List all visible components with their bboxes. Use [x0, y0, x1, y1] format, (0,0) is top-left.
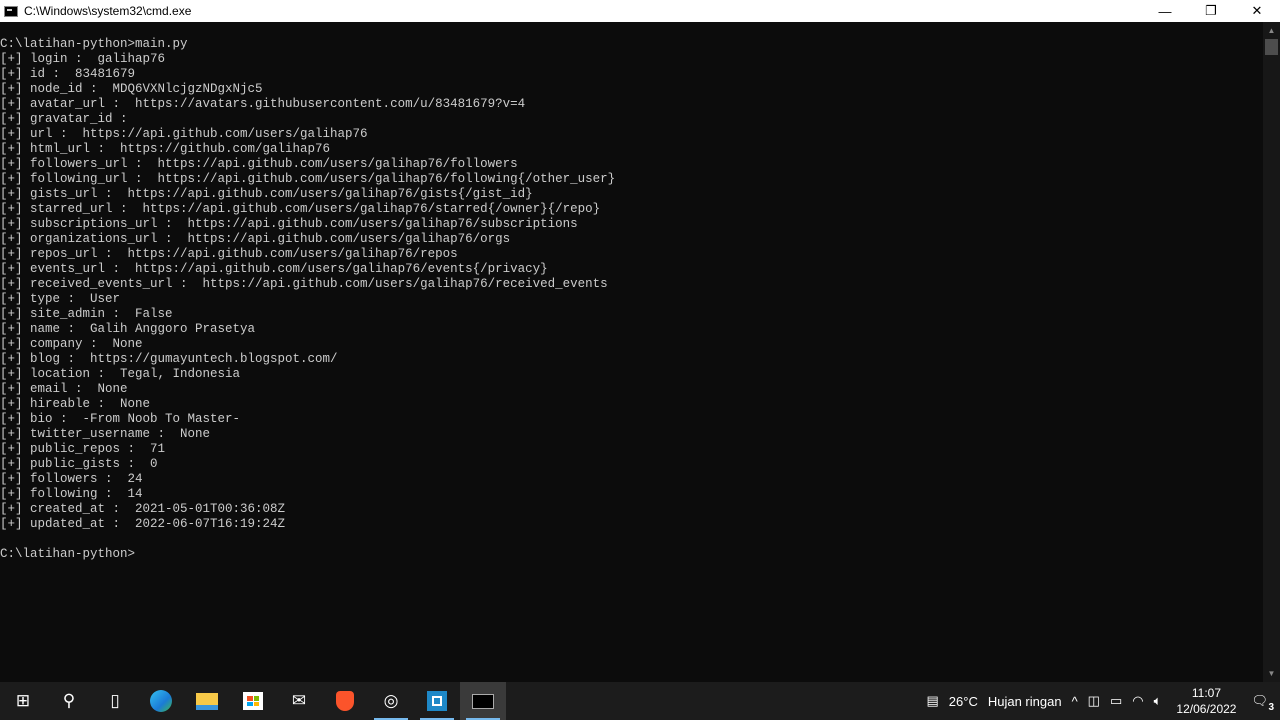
wifi-icon[interactable]: ◠ [1132, 693, 1143, 709]
weather-desc[interactable]: Hujan ringan [988, 694, 1062, 709]
close-button[interactable]: ✕ [1234, 0, 1280, 22]
console-line: C:\latihan-python>main.py [0, 37, 188, 51]
console-line: [+] followers : 24 [0, 472, 143, 486]
console-line: [+] events_url : https://api.github.com/… [0, 262, 548, 276]
console-line: [+] updated_at : 2022-06-07T16:19:24Z [0, 517, 286, 531]
meet-icon[interactable]: ◫ [1088, 693, 1100, 709]
console-line: [+] gravatar_id : [0, 112, 128, 126]
console-line: [+] id : 83481679 [0, 67, 136, 81]
console-line: [+] followers_url : https://api.github.c… [0, 157, 518, 171]
mail-icon[interactable]: ✉ [276, 682, 322, 720]
brave-icon[interactable] [322, 682, 368, 720]
date: 12/06/2022 [1176, 702, 1237, 716]
console-line: [+] twitter_username : None [0, 427, 211, 441]
scrollbar[interactable]: ▲ ▼ [1263, 22, 1280, 682]
store-icon[interactable] [230, 682, 276, 720]
console-line: [+] following_url : https://api.github.c… [0, 172, 616, 186]
clock[interactable]: 11:07 12/06/2022 [1176, 685, 1236, 717]
console-line: [+] public_gists : 0 [0, 457, 158, 471]
search-icon[interactable]: ⚲ [46, 682, 92, 720]
console-line: [+] email : None [0, 382, 128, 396]
maximize-button[interactable]: ❐ [1188, 0, 1234, 22]
console-line: [+] received_events_url : https://api.gi… [0, 277, 608, 291]
cmd-taskbar-icon[interactable] [460, 682, 506, 720]
console-line: [+] bio : -From Noob To Master- [0, 412, 241, 426]
start-windows-icon[interactable]: ⊞ [0, 682, 46, 720]
console-line: [+] company : None [0, 337, 143, 351]
console-line: [+] name : Galih Anggoro Prasetya [0, 322, 256, 336]
console-line: [+] gists_url : https://api.github.com/u… [0, 187, 533, 201]
console-line: [+] avatar_url : https://avatars.githubu… [0, 97, 526, 111]
weather-temp[interactable]: 26°C [949, 694, 978, 709]
obs-icon[interactable]: ◎ [368, 682, 414, 720]
task-view-icon[interactable]: ▯ [92, 682, 138, 720]
news-icon[interactable]: ▤ [927, 693, 939, 709]
battery-icon[interactable]: ▭ [1110, 693, 1122, 709]
console-line: [+] repos_url : https://api.github.com/u… [0, 247, 458, 261]
console-line: [+] public_repos : 71 [0, 442, 166, 456]
scroll-down-icon[interactable]: ▼ [1263, 665, 1280, 682]
console-line: [+] html_url : https://github.com/galiha… [0, 142, 331, 156]
console-line: [+] starred_url : https://api.github.com… [0, 202, 601, 216]
console-line: [+] url : https://api.github.com/users/g… [0, 127, 368, 141]
console-line: [+] hireable : None [0, 397, 151, 411]
taskbar: ⊞ ⚲ ▯ ✉ ◎ ▤ 26°C Hujan ringan ^ ◫ ▭ ◠ 🔈︎… [0, 682, 1280, 720]
chevron-up-icon[interactable]: ^ [1072, 694, 1078, 709]
edge-icon[interactable] [138, 682, 184, 720]
console-line: C:\latihan-python> [0, 547, 136, 561]
console-line: [+] organizations_url : https://api.gith… [0, 232, 511, 246]
notification-icon[interactable]: 🗨︎ 3 [1251, 693, 1276, 713]
console-line: [+] type : User [0, 292, 121, 306]
console-line: [+] site_admin : False [0, 307, 173, 321]
console-line: [+] following : 14 [0, 487, 143, 501]
console-line: [+] login : galihap76 [0, 52, 166, 66]
console-line: [+] subscriptions_url : https://api.gith… [0, 217, 578, 231]
time: 11:07 [1191, 686, 1222, 700]
console-line: [+] node_id : MDQ6VXNlcjgzNDgxNjc5 [0, 82, 263, 96]
app-icon[interactable] [414, 682, 460, 720]
minimize-button[interactable]: — [1142, 0, 1188, 22]
notification-count: 3 [1266, 702, 1276, 713]
console-line: [+] blog : https://gumayuntech.blogspot.… [0, 352, 338, 366]
file-explorer-icon[interactable] [184, 682, 230, 720]
console-line: [+] location : Tegal, Indonesia [0, 367, 241, 381]
window-title: C:\Windows\system32\cmd.exe [24, 4, 192, 18]
volume-icon[interactable]: 🔈︎ [1154, 693, 1162, 709]
console-output[interactable]: C:\latihan-python>main.py [+] login : gal… [0, 22, 1263, 682]
console-line: [+] created_at : 2021-05-01T00:36:08Z [0, 502, 286, 516]
cmd-icon [4, 5, 18, 17]
title-bar: C:\Windows\system32\cmd.exe — ❐ ✕ [0, 0, 1280, 22]
scrollbar-thumb[interactable] [1265, 39, 1278, 55]
scroll-up-icon[interactable]: ▲ [1263, 22, 1280, 39]
